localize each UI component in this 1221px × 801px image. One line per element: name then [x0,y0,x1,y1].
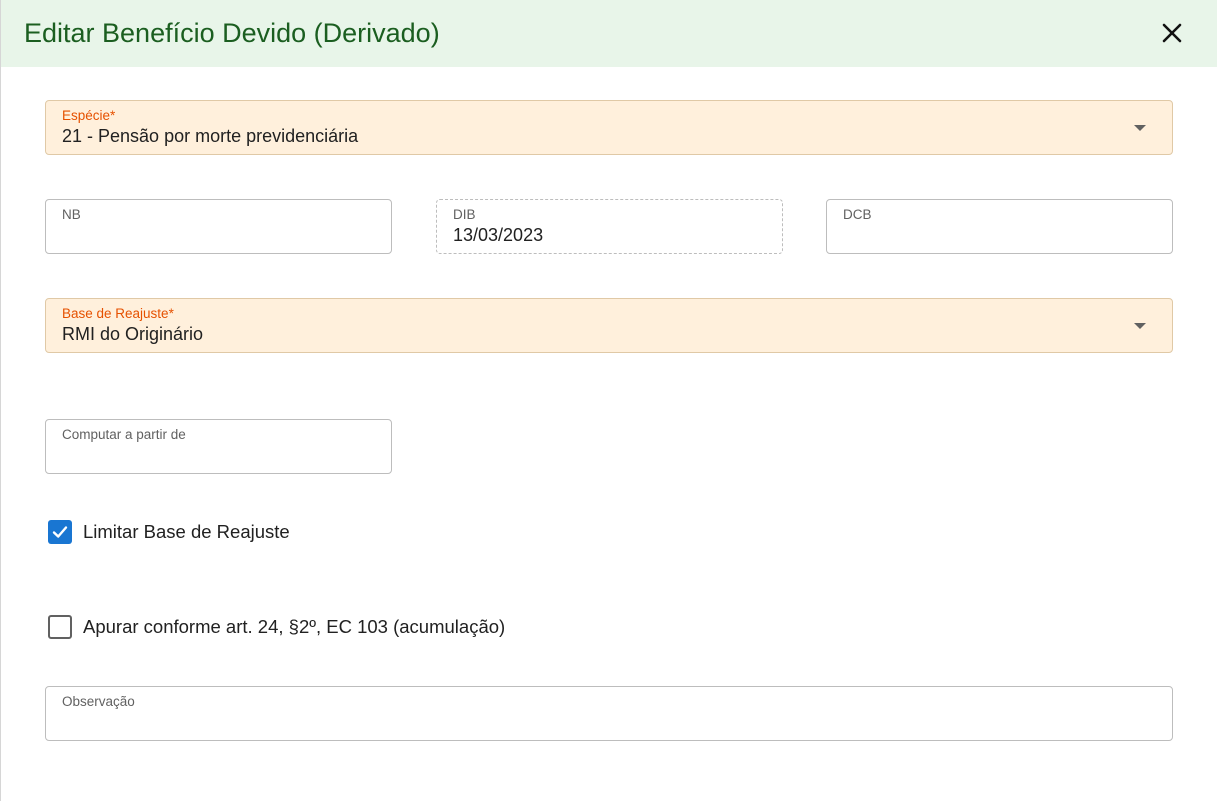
computar-label: Computar a partir de [62,427,186,442]
dib-value: 13/03/2023 [453,225,544,245]
nb-field[interactable]: NB [45,199,392,254]
apurar-label: Apurar conforme art. 24, §2º, EC 103 (ac… [83,616,506,637]
dialog-header: Editar Benefício Devido (Derivado) [1,0,1217,67]
apurar-checkbox[interactable] [48,615,72,639]
limitar-checkbox-row[interactable]: Limitar Base de Reajuste [48,520,290,544]
base-reajuste-label: Base de Reajuste* [62,306,174,321]
dib-field: DIB 13/03/2023 [436,199,783,254]
chevron-down-icon [1134,125,1146,131]
limitar-label: Limitar Base de Reajuste [83,521,290,542]
apurar-checkbox-row[interactable]: Apurar conforme art. 24, §2º, EC 103 (ac… [48,615,505,639]
dcb-field[interactable]: DCB [826,199,1173,254]
base-reajuste-select[interactable]: Base de Reajuste* RMI do Originário [45,298,1173,353]
base-reajuste-value: RMI do Originário [62,324,204,344]
close-button[interactable] [1155,16,1189,50]
dcb-label: DCB [843,207,872,222]
computar-field[interactable]: Computar a partir de [45,419,392,474]
dib-label: DIB [453,207,476,222]
especie-select[interactable]: Espécie* 21 - Pensão por morte previdenc… [45,100,1173,155]
limitar-checkbox[interactable] [48,520,72,544]
chevron-down-icon [1134,323,1146,329]
nb-label: NB [62,207,81,222]
dialog-title: Editar Benefício Devido (Derivado) [24,18,440,48]
especie-label: Espécie* [62,108,116,123]
edit-benefit-dialog: Editar Benefício Devido (Derivado) Espéc… [0,0,1221,801]
especie-value: 21 - Pensão por morte previdenciária [62,126,359,146]
observacao-field[interactable]: Observação [45,686,1173,741]
checkmark-icon [52,526,68,538]
close-icon [1162,23,1182,43]
observacao-label: Observação [62,694,135,709]
